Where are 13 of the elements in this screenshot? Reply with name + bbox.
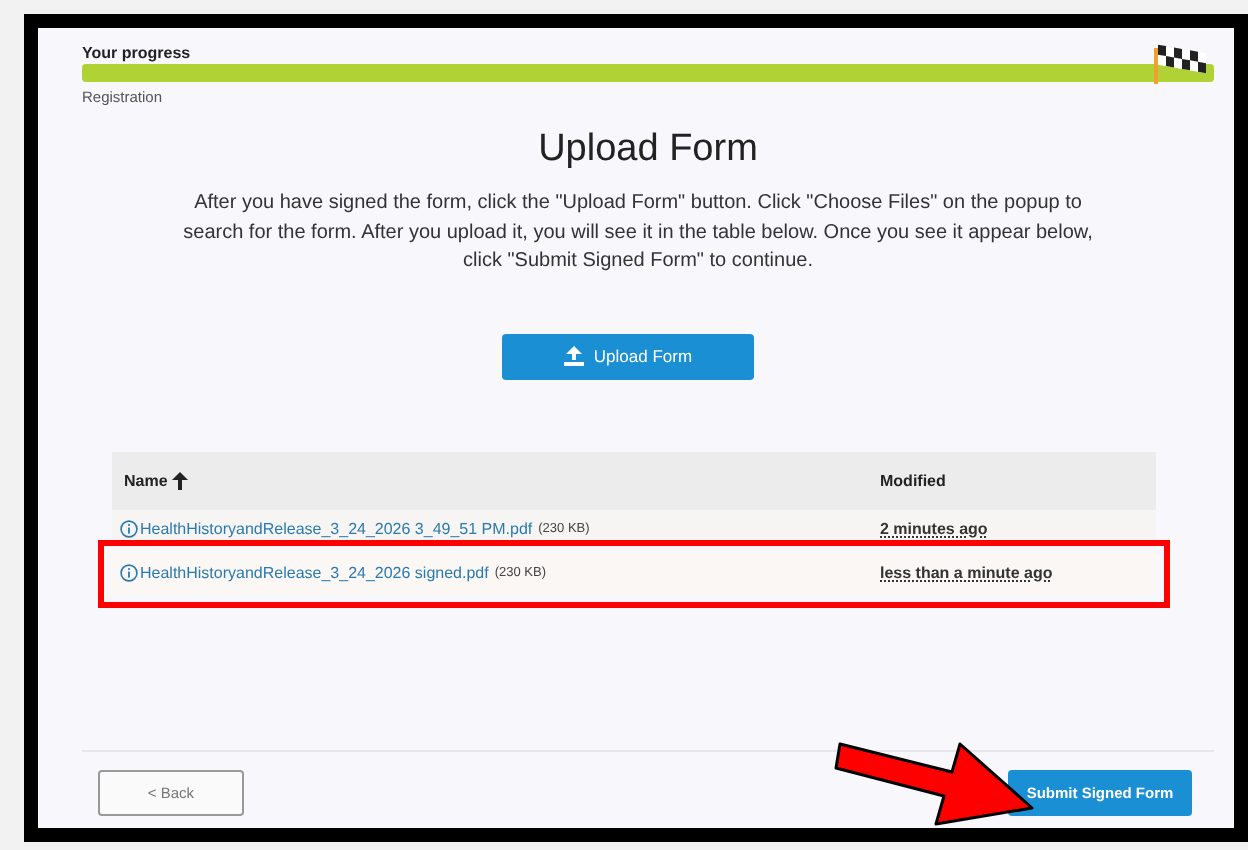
page-title: Upload Form (536, 128, 760, 172)
modified-time: less than a minute ago (880, 564, 1053, 582)
column-header[interactable]: Name (124, 471, 188, 489)
upload-icon (563, 346, 584, 366)
file-link[interactable]: HealthHistoryandRelease_3_24_2026 3_49_51 PM.pdf (140, 520, 533, 538)
file-link[interactable]: HealthHistoryandRelease_3_24_2026 signed.pdf (140, 564, 489, 582)
info-icon (120, 564, 138, 582)
column-header[interactable]: Modified (880, 471, 946, 489)
info-icon (120, 520, 138, 538)
progress-label: Your progress (82, 44, 191, 64)
modified-time: 2 minutes ago (880, 520, 988, 538)
instructions-text: After you have signed the form, click the "Upload Form" button. Click "Choose Files" on the popup to search for the form. After you upload it, you will see it in the table below. Once you see it appear below, click "Submit Signed Form" to continue. (181, 190, 1095, 276)
upload-form-button[interactable]: Upload Form (502, 333, 754, 379)
